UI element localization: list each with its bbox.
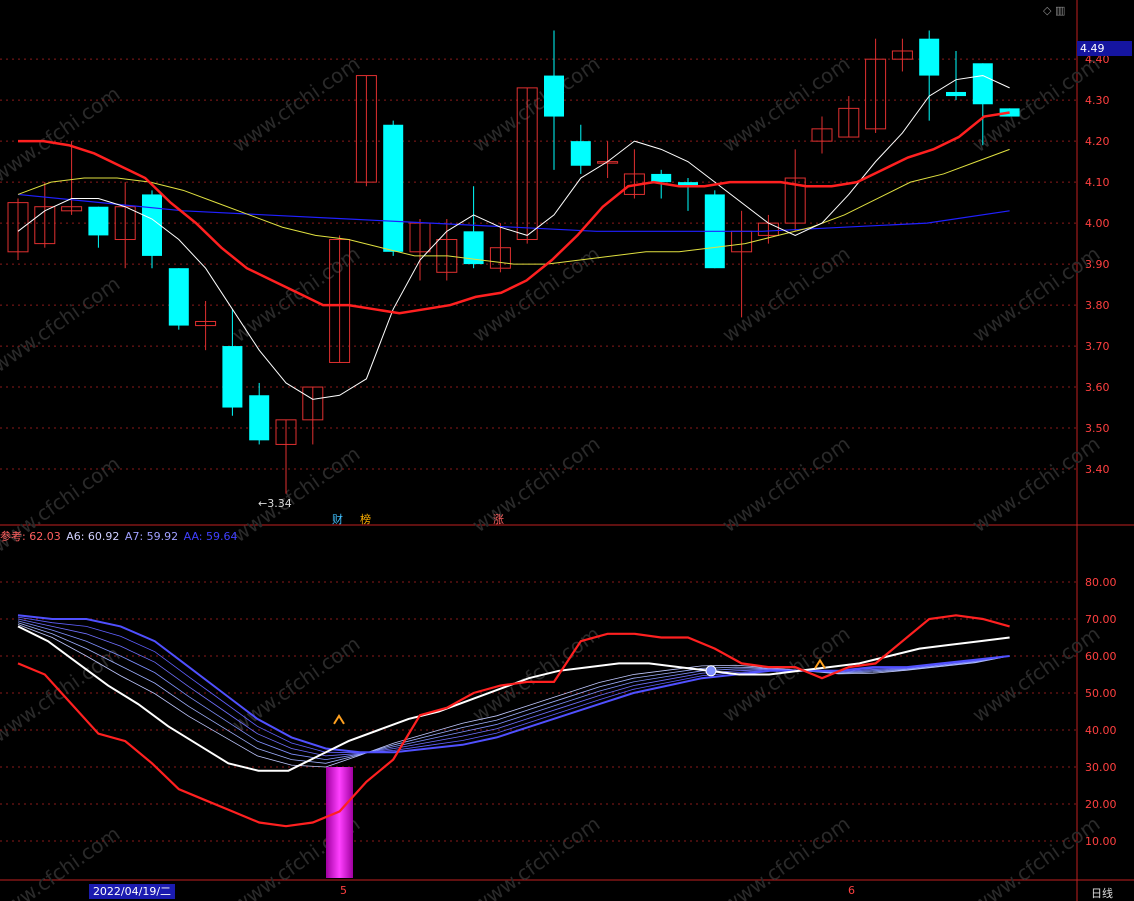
candle-body-down: [919, 38, 940, 76]
watermark-text: www.cfchi.com: [468, 431, 605, 537]
current-price-badge: 4.49: [1077, 41, 1132, 56]
watermark-text: www.cfchi.com: [718, 431, 855, 537]
price-tick-label: 4.30: [1085, 94, 1110, 107]
legend-a7: A7: 59.92: [124, 530, 179, 543]
price-tick-label: 4.10: [1085, 176, 1110, 189]
indicator-tick-label: 70.00: [1085, 613, 1117, 626]
indicator-bar: [326, 767, 353, 878]
chart-canvas: www.cfchi.com www.cfchi.com www.cfchi.com w…: [0, 0, 1134, 901]
watermark-text: www.cfchi.com: [718, 811, 855, 901]
indicator-tick-label: 20.00: [1085, 798, 1117, 811]
indicator-tick-label: 30.00: [1085, 761, 1117, 774]
ma-red-line: [18, 111, 1010, 315]
indicator-tick-label: 40.00: [1085, 724, 1117, 737]
candle-body-down: [222, 346, 243, 408]
indicator-legend: 参考: 62.03 A6: 60.92 A7: 59.92 AA: 59.64: [0, 528, 240, 544]
candle-body-down: [972, 63, 993, 105]
price-tick-label: 3.40: [1085, 463, 1110, 476]
period-label[interactable]: 日线: [1091, 885, 1113, 901]
candle-body-down: [88, 206, 109, 236]
indicator-tick-label: 50.00: [1085, 687, 1117, 700]
candle-body-down: [142, 194, 162, 256]
watermark-text: www.cfchi.com: [718, 241, 855, 347]
sell-signal-icon: [705, 665, 717, 677]
series-line: [17, 614, 1010, 828]
indicator-tick-label: 10.00: [1085, 835, 1117, 848]
watermark-text: www.cfchi.com: [228, 631, 365, 737]
legend-a6: A6: 60.92: [66, 530, 120, 543]
watermark-text: www.cfchi.com: [968, 811, 1105, 901]
candle-body-down: [168, 268, 189, 326]
price-tick-label: 4.20: [1085, 135, 1110, 148]
watermark-text: www.cfchi.com: [228, 241, 365, 347]
marker-cai: 财: [332, 513, 343, 526]
price-tick-label: 3.90: [1085, 258, 1110, 271]
watermark-text: www.cfchi.com: [968, 431, 1105, 537]
candle-body-down: [651, 173, 672, 183]
min-price-label: ←3.34: [258, 497, 292, 510]
price-tick-label: 3.80: [1085, 299, 1110, 312]
candle-body-down: [946, 91, 966, 97]
marker-bang: 榜: [360, 513, 371, 526]
buy-signal-icon: [333, 714, 345, 725]
legend-aa: AA: 59.64: [183, 530, 238, 543]
month-5-label: 5: [340, 884, 347, 897]
price-tick-label: 3.50: [1085, 422, 1110, 435]
price-tick-label: 3.60: [1085, 381, 1110, 394]
watermark-text: www.cfchi.com: [0, 81, 124, 187]
price-tick-label: 3.70: [1085, 340, 1110, 353]
indicator-tick-label: 60.00: [1085, 650, 1117, 663]
candle-body-down: [544, 75, 564, 117]
watermark-text: www.cfchi.com: [468, 621, 605, 727]
indicator-tick-label: 80.00: [1085, 576, 1117, 589]
candle-body-down: [383, 124, 404, 252]
window-controls-icon[interactable]: ◇ ▥: [1043, 4, 1065, 17]
ma-yellow-line: [17, 148, 1010, 265]
watermark-text: www.cfchi.com: [968, 621, 1105, 727]
candle-body-down: [570, 141, 591, 166]
cursor-date-label: 2022/04/19/二: [89, 884, 175, 899]
candle-body-down: [249, 395, 270, 441]
legend-ref: 参考: 62.03: [0, 530, 61, 543]
watermark-text: www.cfchi.com: [968, 241, 1105, 347]
price-tick-label: 4.00: [1085, 217, 1110, 230]
watermark-text: www.cfchi.com: [0, 271, 124, 377]
watermark-text: www.cfchi.com: [228, 441, 365, 547]
month-6-label: 6: [848, 884, 855, 897]
watermark-text: www.cfchi.com: [468, 811, 605, 901]
marker-zhang: 涨: [493, 513, 504, 526]
